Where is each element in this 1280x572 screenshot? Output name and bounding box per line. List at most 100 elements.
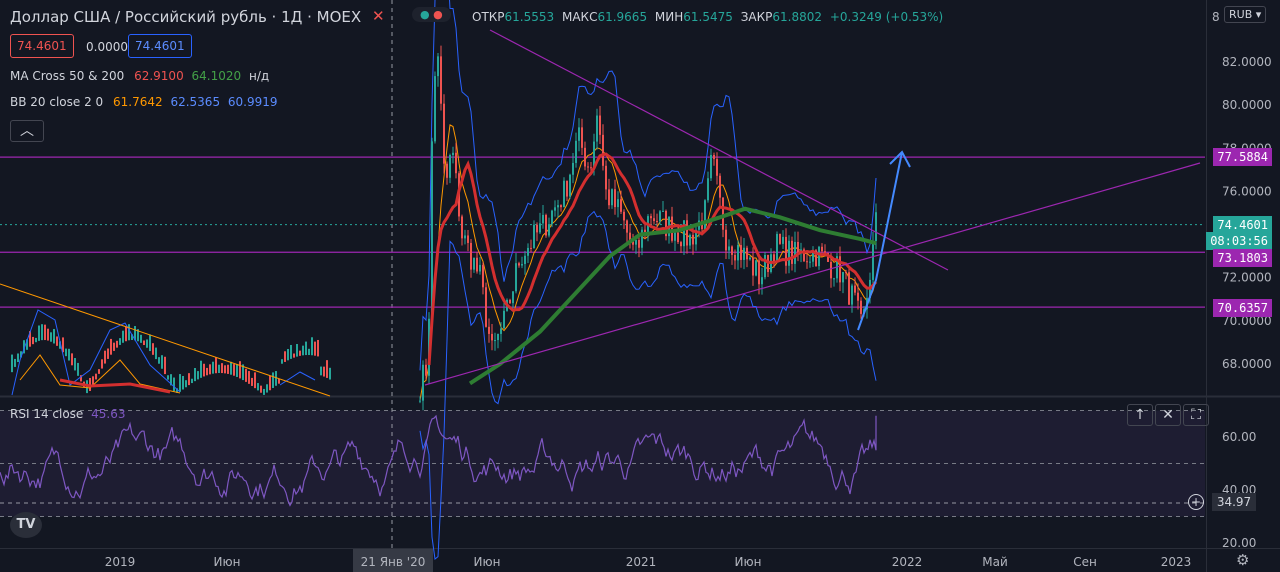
spread-value: 0.0000 (86, 40, 128, 54)
candle-body (533, 224, 535, 249)
candle-body (713, 154, 715, 160)
candle-body (215, 357, 217, 374)
chevron-down-icon: ▾ (1252, 8, 1262, 21)
level-tag-77: 77.5884 (1213, 148, 1272, 166)
candle-body (650, 216, 652, 219)
candle-body (290, 344, 292, 359)
candle-body (716, 159, 718, 176)
low-label: МИН (654, 10, 684, 24)
candle-body (830, 261, 832, 279)
rsi-crosshair-value: + 34.97 (1188, 493, 1257, 511)
candle-body (128, 324, 130, 341)
ma-cross-legend[interactable]: MA Cross 50 & 200 62.9100 64.1020 н/д (10, 69, 269, 83)
candle-body (113, 342, 115, 351)
candle-body (305, 341, 307, 356)
candle-body (314, 341, 316, 356)
candle-body (635, 239, 637, 245)
bb-v3: 60.9919 (227, 95, 278, 109)
candle-body (455, 152, 457, 174)
candle-body (191, 378, 193, 384)
candle-body (485, 287, 487, 327)
settings-gear-icon[interactable]: ⚙ (1236, 551, 1249, 569)
candle-body (509, 299, 511, 304)
chart-canvas[interactable]: 82.000080.000078.000076.000074.000072.00… (0, 0, 1280, 572)
plus-circle-icon[interactable]: + (1188, 494, 1204, 510)
candle-body (692, 234, 694, 245)
sell-price-box[interactable]: 74.4601 (10, 34, 74, 58)
close-pane-button[interactable]: ✕ (1155, 404, 1181, 426)
price-tick-label: 80.0000 (1222, 98, 1272, 112)
price-tick-label: 72.0000 (1222, 271, 1272, 285)
candle-body (536, 224, 538, 233)
time-tick-label: Июн (735, 555, 762, 569)
candle-body (596, 115, 598, 142)
candle-body (203, 363, 205, 377)
candle-body (146, 339, 148, 348)
candle-body (731, 246, 733, 255)
candle-body (293, 353, 295, 358)
candle-body (110, 338, 112, 355)
candle-body (689, 234, 691, 246)
market-status-dots[interactable]: ● ● (412, 7, 451, 22)
bb-v1: 61.7642 (113, 95, 163, 109)
open-label: ОТКР (472, 10, 505, 24)
candle-body (656, 220, 658, 222)
candle-body (323, 366, 325, 377)
ohlc-readout: ОТКР61.5553 МАКС61.9665 МИН61.5475 ЗАКР6… (472, 10, 943, 24)
candle-body (626, 220, 628, 233)
candle-body (14, 358, 16, 367)
candle-body (197, 371, 199, 380)
candle-body (515, 263, 517, 292)
rsi-legend[interactable]: RSI 14 close 45.63 (10, 407, 126, 421)
candle-body (32, 336, 34, 345)
candle-body (101, 359, 103, 369)
candle-body (872, 241, 874, 280)
currency-select[interactable]: RUB ▾ (1224, 6, 1267, 23)
price-tick-partial: 8 (1212, 10, 1220, 24)
candle-body (809, 261, 811, 263)
candle-body (149, 334, 151, 352)
symbol-close-icon[interactable]: ✕ (372, 7, 385, 25)
candle-body (224, 365, 226, 374)
time-tick-label: 21 Янв '20 (361, 555, 426, 569)
price-tick-label: 76.0000 (1222, 184, 1272, 198)
candle-body (542, 214, 544, 224)
candle-body (122, 330, 124, 343)
candle-body (320, 366, 322, 376)
candle-body (299, 350, 301, 356)
candle-body (53, 328, 55, 344)
collapse-legend-button[interactable]: ︿ (10, 120, 44, 142)
candle-body (497, 333, 499, 341)
move-pane-up-button[interactable]: ↑ (1127, 404, 1153, 426)
buy-price-box[interactable]: 74.4601 (128, 34, 192, 58)
candle-body (443, 103, 445, 164)
candle-body (794, 241, 796, 264)
candle-body (662, 210, 664, 212)
candle-body (71, 353, 73, 366)
candle-body (545, 214, 547, 236)
candle-body (659, 211, 661, 222)
bb-label: BB 20 close 2 0 (10, 95, 104, 109)
symbol-title[interactable]: Доллар США / Российский рубль · 1Д · MOE… (10, 8, 361, 26)
bb-legend[interactable]: BB 20 close 2 0 61.7642 62.5365 60.9919 (10, 95, 278, 109)
time-tick-label: 2019 (105, 555, 136, 569)
candle-body (539, 223, 541, 233)
candle-body (704, 200, 706, 230)
candle-body (422, 364, 424, 401)
candle-body (710, 154, 712, 179)
maximize-pane-button[interactable]: ⛶ (1183, 404, 1209, 426)
chevron-up-icon: ︿ (20, 123, 34, 139)
candle-body (746, 247, 748, 260)
candle-body (599, 115, 601, 135)
candle-body (452, 152, 454, 156)
tradingview-logo[interactable]: TV (10, 512, 42, 538)
candle-body (806, 261, 808, 263)
candle-body (500, 328, 502, 334)
candle-body (68, 348, 70, 361)
candle-body (584, 147, 586, 167)
close-icon: ✕ (1162, 407, 1174, 423)
candle-body (551, 210, 553, 225)
candle-body (257, 383, 259, 391)
candle-body (92, 376, 94, 386)
candle-body (566, 180, 568, 197)
